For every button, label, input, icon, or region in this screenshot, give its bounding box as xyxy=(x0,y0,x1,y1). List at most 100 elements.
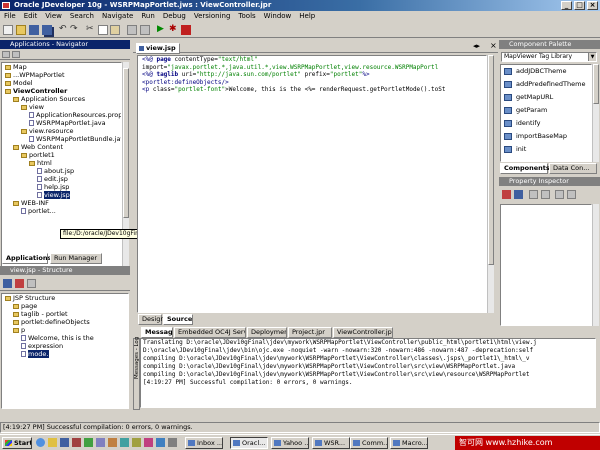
copy-icon[interactable] xyxy=(98,25,108,35)
tab-source[interactable]: Source xyxy=(163,314,193,325)
window-title-bar[interactable]: Oracle JDeveloper 10g - WSRPMapPortlet.j… xyxy=(0,0,600,11)
app4-quicklaunch-icon[interactable] xyxy=(120,438,129,447)
tree-item[interactable]: Welcome, this is the xyxy=(2,334,128,342)
inspector-scrollbar[interactable] xyxy=(592,204,599,326)
tree-item[interactable]: edit.jsp xyxy=(2,175,121,183)
tree-item[interactable]: Application Sources xyxy=(2,95,121,103)
tree-item[interactable]: mode. xyxy=(2,350,128,358)
redo-icon[interactable]: ↷ xyxy=(70,25,80,35)
cut-icon[interactable]: ✂ xyxy=(86,25,96,35)
navigator-refresh-icon[interactable] xyxy=(12,51,20,58)
editor-tab-scroll-icon[interactable]: ◂▸ xyxy=(473,42,480,50)
tree-item[interactable]: view xyxy=(2,103,121,111)
menu-file[interactable]: File xyxy=(0,12,20,20)
app3-quicklaunch-icon[interactable] xyxy=(108,438,117,447)
taskbar-button[interactable]: WSR... xyxy=(312,437,350,449)
palette-library-select[interactable]: MapViewer Tag Library ▼ xyxy=(501,52,597,62)
tab-view-jsp[interactable]: view.jsp xyxy=(136,43,180,54)
inspector-find-icon[interactable] xyxy=(555,190,564,199)
taskbar-button[interactable]: Yahoo ... xyxy=(271,437,309,449)
menu-help[interactable]: Help xyxy=(295,12,319,20)
rebuild-icon[interactable] xyxy=(140,25,150,35)
messages-tab[interactable]: ViewController.jpr xyxy=(333,327,393,338)
tree-item[interactable]: JSP Structure xyxy=(2,294,128,302)
source-editor[interactable]: <%@ page contentType="text/html" import=… xyxy=(137,55,487,313)
editor-close-icon[interactable]: × xyxy=(490,41,497,50)
menu-search[interactable]: Search xyxy=(66,12,98,20)
structure-view-icon[interactable] xyxy=(3,279,12,288)
app7-quicklaunch-icon[interactable] xyxy=(156,438,165,447)
tree-item[interactable]: Model xyxy=(2,79,121,87)
tab-run-manager[interactable]: Run Manager xyxy=(50,253,102,264)
open-icon[interactable] xyxy=(16,25,26,35)
tree-item[interactable]: view.resource xyxy=(2,127,121,135)
menu-edit[interactable]: Edit xyxy=(20,12,42,20)
tree-item[interactable]: taglib - portlet xyxy=(2,310,128,318)
palette-item[interactable]: importBaseMap xyxy=(502,130,594,143)
editor-scrollbar[interactable] xyxy=(487,55,494,313)
menu-navigate[interactable]: Navigate xyxy=(98,12,137,20)
app6-quicklaunch-icon[interactable] xyxy=(144,438,153,447)
tab-components[interactable]: Components xyxy=(500,163,550,174)
tree-item[interactable]: html xyxy=(2,159,121,167)
save-icon[interactable] xyxy=(29,25,39,35)
tree-item[interactable]: help.jsp xyxy=(2,183,121,191)
messages-tab[interactable]: Messages xyxy=(141,327,173,338)
tree-item[interactable]: expression xyxy=(2,342,128,350)
app2-quicklaunch-icon[interactable] xyxy=(96,438,105,447)
palette-item[interactable]: addPredefinedTheme xyxy=(502,78,594,91)
tab-applications[interactable]: Applications xyxy=(2,253,51,264)
palette-item[interactable]: getParam xyxy=(502,104,594,117)
media-quicklaunch-icon[interactable] xyxy=(72,438,81,447)
chevron-down-icon[interactable]: ▼ xyxy=(588,53,596,61)
tree-item[interactable]: Map xyxy=(2,63,121,71)
menu-view[interactable]: View xyxy=(41,12,66,20)
start-button[interactable]: Start xyxy=(2,437,32,449)
code-line[interactable]: <p class="portlet-font">Welcome, this is… xyxy=(138,86,486,94)
inspector-new-view-icon[interactable] xyxy=(514,190,523,199)
structure-freeze-icon[interactable] xyxy=(15,279,24,288)
palette-item[interactable]: init xyxy=(502,143,594,156)
tree-item[interactable]: portlet:defineObjects xyxy=(2,318,128,326)
messages-side-tab[interactable]: Messages - Log xyxy=(133,337,140,410)
tree-item[interactable]: view.jsp xyxy=(2,191,121,199)
code-line[interactable]: <%@ taglib uri="http://java.sun.com/port… xyxy=(138,71,486,79)
taskbar-button[interactable]: Oracl... xyxy=(230,437,268,449)
tree-item[interactable]: WSRPMapPortletBundle.java xyxy=(2,135,121,143)
code-line[interactable]: <portlet:defineObjects/> xyxy=(138,79,486,87)
navigator-filter-icon[interactable] xyxy=(2,51,10,58)
menu-run[interactable]: Run xyxy=(137,12,158,20)
undo-icon[interactable]: ↶ xyxy=(59,25,69,35)
taskbar-button[interactable]: Comm... xyxy=(350,437,388,449)
tree-item[interactable]: page xyxy=(2,302,128,310)
tree-item[interactable]: Web Content xyxy=(2,143,121,151)
outlook-quicklaunch-icon[interactable] xyxy=(48,438,57,447)
inspector-sort-icon[interactable] xyxy=(529,190,538,199)
make-icon[interactable] xyxy=(127,25,137,35)
inspector-freeze-icon[interactable] xyxy=(502,190,511,199)
tree-item[interactable]: p xyxy=(2,326,128,334)
paste-icon[interactable] xyxy=(110,25,120,35)
tree-item[interactable]: portlet1 xyxy=(2,151,121,159)
taskbar-button[interactable]: Inbox ... xyxy=(185,437,223,449)
stop-icon[interactable] xyxy=(181,25,191,35)
tab-data-controls[interactable]: Data Con... xyxy=(549,163,597,174)
app8-quicklaunch-icon[interactable] xyxy=(168,438,177,447)
menu-window[interactable]: Window xyxy=(260,12,296,20)
minimize-button[interactable]: _ xyxy=(561,1,572,10)
menu-versioning[interactable]: Versioning xyxy=(190,12,235,20)
tree-item[interactable]: portlet... xyxy=(2,207,121,215)
menu-tools[interactable]: Tools xyxy=(234,12,259,20)
palette-list[interactable]: addJDBCTheme addPredefinedTheme getMapURL g… xyxy=(500,64,592,162)
ie-quicklaunch-icon[interactable] xyxy=(36,438,45,447)
new-icon[interactable] xyxy=(3,25,13,35)
tab-design[interactable]: Design xyxy=(138,314,164,325)
palette-scrollbar[interactable] xyxy=(592,64,599,162)
run-icon[interactable]: ▶ xyxy=(157,25,167,35)
inspector-categorize-icon[interactable] xyxy=(541,190,550,199)
code-line[interactable]: import="javax.portlet.*,java.util.*,view… xyxy=(138,64,486,72)
structure-new-view-icon[interactable] xyxy=(27,279,36,288)
palette-item[interactable]: getMapURL xyxy=(502,91,594,104)
maximize-button[interactable]: □ xyxy=(574,1,585,10)
app5-quicklaunch-icon[interactable] xyxy=(132,438,141,447)
